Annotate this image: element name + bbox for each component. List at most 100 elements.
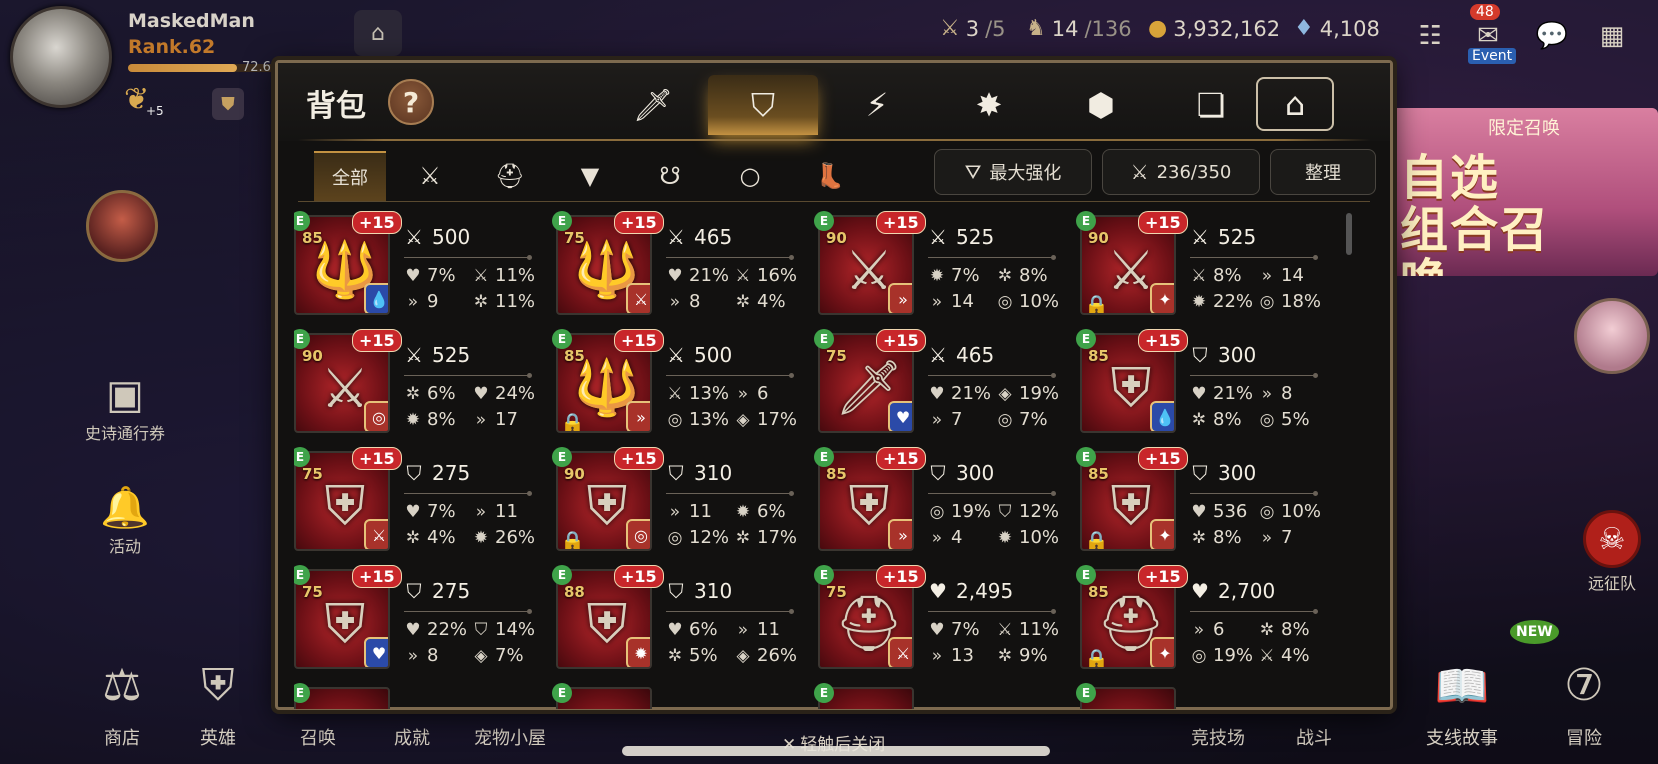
bell-icon: 🔔 xyxy=(100,485,150,531)
resource-knight[interactable]: ♞ 14/136 xyxy=(1026,16,1132,41)
sub-stat: ✲ 8% xyxy=(996,265,1048,286)
tab-skill[interactable]: ⚡ xyxy=(822,75,932,135)
equipment-item[interactable]: ⚔ 90 ✦ 🔒 E +15 ⚔ 525 ⚔ 8%» 14 ✹ 22% ◎ 18% xyxy=(1076,211,1330,327)
sub-stat-icon: ♥ xyxy=(405,619,421,640)
subtab-armor[interactable]: ▼ xyxy=(554,151,626,201)
sub-stat-icon: » xyxy=(931,527,943,548)
resource-gold-coin[interactable]: ● 3,932,162 xyxy=(1148,16,1280,41)
equipment-item-partial[interactable]: E xyxy=(552,683,806,709)
equipment-item[interactable]: 🔱 85» 🔒 E +15 ⚔ 500 ⚔ 13%» 6 ◎ 13% ◈ 17% xyxy=(552,329,806,445)
epic-pass-button[interactable]: ▣ 史诗通行券 xyxy=(80,372,170,444)
sub-stat-icon: ✹ xyxy=(1191,291,1207,312)
item-tier: 90 xyxy=(564,465,585,483)
sub-stat: ✹ 26% xyxy=(472,527,535,548)
equipment-item-partial[interactable]: E xyxy=(814,683,1068,709)
equipment-item[interactable]: 🔱 75 ⚔ E +15 ⚔ 465 ♥ 21% ⚔ 16%» 8 ✲ 4% xyxy=(552,211,806,327)
lock-icon[interactable]: 🔒 xyxy=(560,529,585,549)
sub-stat-value: 4 xyxy=(951,527,963,548)
main-stat: ⛉ 275 xyxy=(404,461,471,485)
equipment-item[interactable]: ⛨ 90 ◎ 🔒 E +15 ⛉ 310» 11 ✹ 6% ◎ 12% ✲ 17% xyxy=(552,447,806,563)
tab-scroll[interactable]: ❏ xyxy=(1156,75,1266,135)
resource-crystal[interactable]: ♦ 4,108 xyxy=(1294,16,1380,41)
limited-summon-banner[interactable]: 限定召唤 自选 组合召唤... xyxy=(1390,108,1658,276)
tab-hero-gear[interactable]: 🗡 xyxy=(598,75,708,135)
sub-stat-value: 14 xyxy=(1281,265,1304,286)
lock-icon[interactable]: 🔒 xyxy=(1084,647,1109,667)
sub-stat-value: 6% xyxy=(689,619,718,640)
organize-button[interactable]: 整理 xyxy=(1270,149,1376,195)
sort-filter-button[interactable]: ⛛ 最大强化 xyxy=(934,149,1092,195)
home-indicator[interactable] xyxy=(622,746,1050,756)
subtab-ring[interactable]: ○ xyxy=(714,151,786,201)
equipped-badge: E xyxy=(1076,683,1096,703)
capacity-button[interactable]: ⚔ 236/350 xyxy=(1102,149,1260,195)
lock-icon[interactable]: 🔒 xyxy=(1084,293,1109,313)
expedition-button[interactable]: ☠ 远征队 xyxy=(1572,510,1652,594)
sub-stat-icon: » xyxy=(1261,383,1273,404)
hero-portrait[interactable] xyxy=(86,190,158,262)
bottom-nav-label: 战斗 xyxy=(1296,728,1332,749)
item-tier: 85 xyxy=(302,229,323,247)
sub-stat-icon: ◎ xyxy=(1259,409,1275,430)
main-stat-icon: ⛉ xyxy=(930,461,946,485)
equipment-item[interactable]: ⛑ 85 ✦ 🔒 E +15 ♥ 2,700» 6 ✲ 8% ◎ 19% ⚔ 4% xyxy=(1076,565,1330,681)
subtab-boots[interactable]: 👢 xyxy=(794,151,866,201)
equipment-item[interactable]: ⚔ 90 ◎ E +15 ⚔ 525 ✲ 6% ♥ 24% ✹ 8%» 17 xyxy=(294,329,544,445)
equipment-item-partial[interactable]: E xyxy=(294,683,544,709)
equipment-item[interactable]: ⛑ 75 ⚔ E +15 ♥ 2,495 ♥ 7% ⚔ 11%» 13 ✲ 9% xyxy=(814,565,1068,681)
sub-stat: » 6 xyxy=(734,383,769,404)
stat-divider xyxy=(404,609,532,614)
chat-icon[interactable]: 💬 xyxy=(1530,14,1574,58)
sub-stat-value: 26% xyxy=(495,527,536,548)
bottom-nav-adventure[interactable]: ⑦ 冒险 xyxy=(1552,660,1616,750)
lock-icon[interactable]: 🔒 xyxy=(1084,529,1109,549)
bottom-nav-helmet[interactable]: ⛨ 英雄 xyxy=(186,660,250,750)
events-button[interactable]: 🔔 活动 xyxy=(80,484,170,557)
subtab-weapon[interactable]: ⚔ xyxy=(394,151,466,201)
lobby-home-icon[interactable]: ⌂ xyxy=(354,10,402,56)
sub-stat: » 11 xyxy=(472,501,518,522)
equipment-item[interactable]: ⛨ 75 ♥ E +15 ⛉ 275 ♥ 22% ⛉ 14%» 8 ◈ 7% xyxy=(294,565,544,681)
buff-icon[interactable]: ⛊ xyxy=(212,88,244,120)
subtab-necklace[interactable]: ☋ xyxy=(634,151,706,201)
resource-stamina[interactable]: ⚔ 3/5 xyxy=(940,16,1006,41)
equipment-item[interactable]: 🗡 75 ♥ E +15 ⚔ 465 ♥ 21% ◈ 19%» 7 ◎ 7% xyxy=(814,329,1068,445)
equipped-badge: E xyxy=(814,447,834,467)
sub-stat-value: 7% xyxy=(1019,409,1048,430)
help-button[interactable]: ? xyxy=(388,79,434,125)
equipment-item[interactable]: ⚔ 90 » E +15 ⚔ 525 ✹ 7% ✲ 8% » 14 ◎ 10% xyxy=(814,211,1068,327)
equipment-item[interactable]: ⛨ 75 ⚔ E +15 ⛉ 275 ♥ 7%» 11 ✲ 4% ✹ 26% xyxy=(294,447,544,563)
enhance-level-badge: +15 xyxy=(1138,211,1188,234)
sub-stat: ✲ 11% xyxy=(472,291,535,312)
tab-rune[interactable]: ✸ xyxy=(934,75,1044,135)
equipment-item[interactable]: ⛨ 85» E +15 ⛉ 300 ◎ 19% ⛉ 12%» 4 ✹ 10% xyxy=(814,447,1068,563)
companion-portrait[interactable] xyxy=(1574,298,1650,374)
main-stat-value: 500 xyxy=(432,225,471,249)
lock-icon[interactable]: 🔒 xyxy=(560,411,585,431)
tab-material[interactable]: ⬢ xyxy=(1046,75,1156,135)
subtab-all[interactable]: 全部 xyxy=(314,151,386,201)
bottom-nav-book[interactable]: 📖 支线故事 xyxy=(1414,660,1510,750)
sub-stat-value: 10% xyxy=(1281,501,1322,522)
sub-stat-icon: ◎ xyxy=(997,409,1013,430)
grid-scrollbar[interactable] xyxy=(1346,213,1352,255)
equipped-badge: E xyxy=(1076,565,1096,585)
subtab-helmet[interactable]: ⛑ xyxy=(474,151,546,201)
sub-stat-value: 8% xyxy=(1213,409,1242,430)
sub-stat-value: 12% xyxy=(689,527,730,548)
tab-equipment[interactable]: ⛉ xyxy=(708,75,818,135)
player-avatar[interactable] xyxy=(10,6,112,108)
menu-grid-icon[interactable]: ▦ xyxy=(1590,14,1634,58)
tab-storage[interactable]: ⌂ xyxy=(1256,77,1334,131)
sub-stat-icon: ⛉ xyxy=(474,619,488,640)
equipment-item[interactable]: 🔱 85 💧 E +15 ⚔ 500 ♥ 7% ⚔ 11%» 9 ✲ 11% xyxy=(294,211,544,327)
equipment-item-partial[interactable]: E xyxy=(1076,683,1330,709)
sub-stat-value: 536 xyxy=(1213,501,1248,522)
equipment-item[interactable]: ⛨ 88 ✹ E +15 ⛉ 310 ♥ 6%» 11 ✲ 5% ◈ 26% xyxy=(552,565,806,681)
bottom-nav-scales[interactable]: ⚖ 商店 xyxy=(90,660,154,750)
set-bonus-icon: ⚔ xyxy=(364,519,388,549)
team-icon[interactable]: ☷ xyxy=(1408,14,1452,58)
sub-stat-icon: ◈ xyxy=(736,409,750,430)
equipment-item[interactable]: ⛨ 85 ✦ 🔒 E +15 ⛉ 300 ♥ 536 ◎ 10% ✲ 8%» 7 xyxy=(1076,447,1330,563)
equipment-item[interactable]: ⛨ 85 💧 E +15 ⛉ 300 ♥ 21%» 8 ✲ 8% ◎ 5% xyxy=(1076,329,1330,445)
